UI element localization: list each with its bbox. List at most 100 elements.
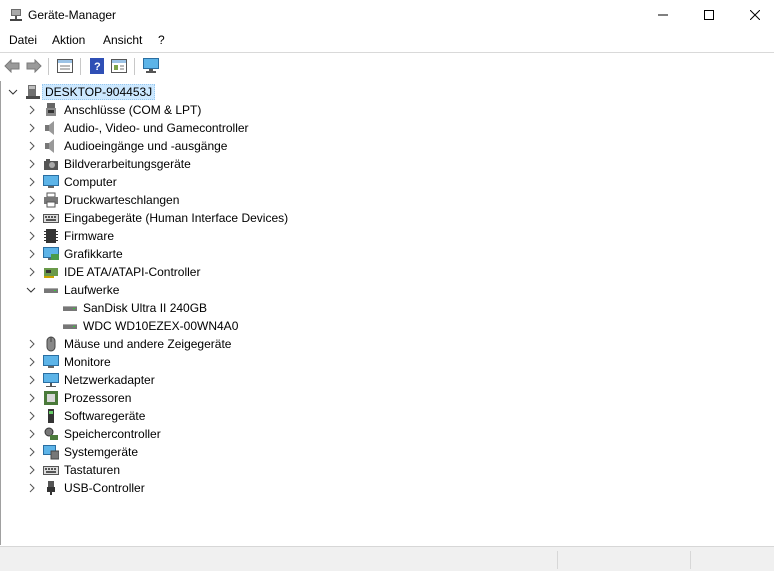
tree-item-storage-controllers[interactable]: Speichercontroller <box>1 425 701 443</box>
chevron-right-icon[interactable] <box>27 464 37 476</box>
printer-icon <box>44 192 58 208</box>
action-view-button[interactable] <box>110 57 128 75</box>
speaker-icon <box>45 139 54 153</box>
storage-controller-icon <box>44 427 58 440</box>
chevron-right-icon[interactable] <box>27 104 37 116</box>
chevron-down-icon[interactable] <box>26 285 36 297</box>
tree-item-monitors[interactable]: Monitore <box>1 353 701 371</box>
tree-item-label: Druckwarteschlangen <box>64 193 180 207</box>
tree-item-audio-video[interactable]: Audio-, Video- und Gamecontroller <box>1 119 701 137</box>
tree-item-label: Eingabegeräte (Human Interface Devices) <box>64 211 289 225</box>
tree-item-label: Bildverarbeitungsgeräte <box>64 157 191 171</box>
tree-item-drive-wdc[interactable]: WDC WD10EZEX-00WN4A0 <box>1 317 701 335</box>
chevron-down-icon[interactable] <box>8 87 18 99</box>
menu-datei[interactable]: Datei <box>9 33 37 47</box>
tree-item-label: Grafikkarte <box>64 247 123 261</box>
chevron-right-icon[interactable] <box>27 428 37 440</box>
tree-item-anschluesse[interactable]: Anschlüsse (COM & LPT) <box>1 101 701 119</box>
action-view-icon <box>111 59 127 73</box>
tree-item-label: WDC WD10EZEX-00WN4A0 <box>83 319 239 333</box>
disk-drive-icon <box>63 324 77 329</box>
chevron-right-icon[interactable] <box>27 374 37 386</box>
chevron-right-icon[interactable] <box>27 356 37 368</box>
toolbar-separator <box>134 58 135 75</box>
keyboard-hid-icon <box>43 214 59 223</box>
chevron-right-icon[interactable] <box>27 194 37 206</box>
properties-view-button[interactable] <box>56 57 74 75</box>
chevron-right-icon[interactable] <box>27 122 37 134</box>
chevron-right-icon[interactable] <box>27 338 37 350</box>
forward-icon <box>26 59 42 73</box>
chevron-right-icon[interactable] <box>27 158 37 170</box>
tree-item-software-devices[interactable]: Softwaregeräte <box>1 407 701 425</box>
cpu-icon <box>44 391 58 405</box>
device-manager-app-icon <box>8 7 24 23</box>
tree-item-graphics[interactable]: Grafikkarte <box>1 245 701 263</box>
port-icon <box>46 103 56 116</box>
help-button[interactable]: ? <box>88 57 106 75</box>
chevron-right-icon[interactable] <box>27 230 37 242</box>
tree-item-imaging[interactable]: Bildverarbeitungsgeräte <box>1 155 701 173</box>
tree-item-label: Systemgeräte <box>64 445 139 459</box>
tree-item-processors[interactable]: Prozessoren <box>1 389 701 407</box>
menu-bar: Datei Aktion Ansicht ? <box>0 30 774 51</box>
close-button[interactable] <box>732 0 774 30</box>
tree-item-drive-sandisk[interactable]: SanDisk Ultra II 240GB <box>1 299 701 317</box>
chevron-right-icon[interactable] <box>27 392 37 404</box>
chip-icon <box>44 229 58 243</box>
chevron-right-icon[interactable] <box>27 266 37 278</box>
tree-item-usb[interactable]: USB-Controller <box>1 479 701 497</box>
tree-item-label: Audio-, Video- und Gamecontroller <box>64 121 249 135</box>
tree-item-computer[interactable]: Computer <box>1 173 701 191</box>
chevron-right-icon[interactable] <box>27 482 37 494</box>
usb-icon <box>47 481 55 495</box>
tree-item-label: Netzwerkadapter <box>64 373 155 387</box>
chevron-right-icon[interactable] <box>27 176 37 188</box>
tree-item-label: Tastaturen <box>64 463 121 477</box>
chevron-right-icon[interactable] <box>27 248 37 260</box>
back-button[interactable] <box>3 57 21 75</box>
tree-item-hid[interactable]: Eingabegeräte (Human Interface Devices) <box>1 209 701 227</box>
network-adapter-icon <box>43 373 59 387</box>
minimize-button[interactable] <box>640 0 686 30</box>
forward-button[interactable] <box>25 57 43 75</box>
tree-item-label: USB-Controller <box>64 481 145 495</box>
monitor-icon <box>43 175 59 188</box>
tree-item-drives[interactable]: Laufwerke <box>1 281 701 299</box>
tree-item-keyboards[interactable]: Tastaturen <box>1 461 701 479</box>
window-title: Geräte-Manager <box>28 8 117 22</box>
menu-aktion[interactable]: Aktion <box>52 33 85 47</box>
chevron-right-icon[interactable] <box>27 140 37 152</box>
chevron-right-icon[interactable] <box>27 212 37 224</box>
tree-root[interactable]: DESKTOP-904453J <box>1 83 701 101</box>
status-bar <box>0 546 774 571</box>
chevron-right-icon[interactable] <box>27 410 37 422</box>
chevron-right-icon[interactable] <box>27 446 37 458</box>
tree-item-label: Monitore <box>64 355 111 369</box>
tree-item-mice[interactable]: Mäuse und andere Zeigegeräte <box>1 335 701 353</box>
status-separator <box>690 551 691 569</box>
maximize-icon <box>704 10 714 20</box>
tree-item-audio-io[interactable]: Audioeingänge und -ausgänge <box>1 137 701 155</box>
maximize-button[interactable] <box>686 0 732 30</box>
tree-item-ide[interactable]: IDE ATA/ATAPI-Controller <box>1 263 701 281</box>
title-bar: Geräte-Manager <box>0 0 774 30</box>
tree-item-system-devices[interactable]: Systemgeräte <box>1 443 701 461</box>
tree-item-firmware[interactable]: Firmware <box>1 227 701 245</box>
close-icon <box>750 10 760 20</box>
scan-hardware-button[interactable] <box>142 57 160 75</box>
mouse-icon <box>46 336 56 352</box>
back-icon <box>4 59 20 73</box>
speaker-icon <box>45 121 54 135</box>
menu-ansicht[interactable]: Ansicht <box>103 33 142 47</box>
tree-item-label: Mäuse und andere Zeigegeräte <box>64 337 232 351</box>
tree-item-label: SanDisk Ultra II 240GB <box>83 301 208 315</box>
status-separator <box>557 551 558 569</box>
menu-help[interactable]: ? <box>158 33 165 47</box>
tree-item-print-queues[interactable]: Druckwarteschlangen <box>1 191 701 209</box>
device-tree[interactable]: DESKTOP-904453J Anschlüsse (COM & LPT) A… <box>0 81 774 545</box>
camera-icon <box>44 159 58 170</box>
tree-item-network[interactable]: Netzwerkadapter <box>1 371 701 389</box>
toolbar-separator <box>80 58 81 75</box>
software-device-icon <box>48 409 54 423</box>
